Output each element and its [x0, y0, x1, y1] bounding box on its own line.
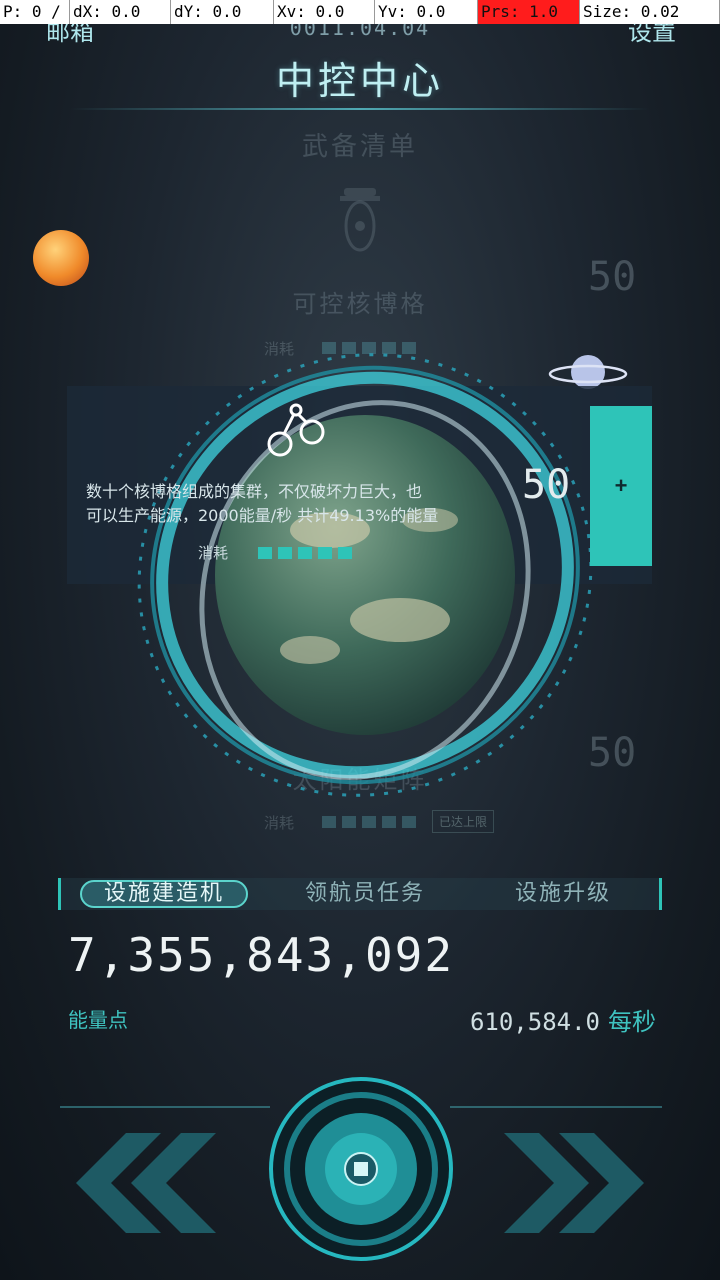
double-chevron-left-icon: [76, 1133, 216, 1233]
section-title: 武备清单: [301, 132, 418, 162]
ringed-planet-art: [130, 320, 600, 830]
energy-label: 能量点: [68, 1008, 128, 1032]
debug-dy: dY: 0.0: [171, 0, 274, 24]
nav-divider-left: [60, 1106, 270, 1108]
debug-size: Size: 0.02: [580, 0, 720, 24]
tab-facility-upgrade[interactable]: 设施升级: [478, 880, 648, 908]
page-title: 中控中心: [275, 59, 444, 103]
debug-yv: Yv: 0.0: [375, 0, 478, 24]
target-core-icon: [269, 1077, 453, 1261]
facility-consume-label: 消耗: [198, 544, 229, 562]
facility-count: 50: [522, 462, 571, 508]
debug-overlay: P: 0 / 1 dX: 0.0 dY: 0.0 Xv: 0.0 Yv: 0.0…: [0, 0, 720, 24]
debug-prs: Prs: 1.0: [478, 0, 580, 24]
debug-pointer: P: 0 / 1: [0, 0, 70, 24]
title-divider: [70, 108, 650, 110]
facility-consume-pips: [258, 544, 358, 563]
energy-rate: 610,584.0 每秒: [470, 1002, 656, 1037]
tab-facility-builder[interactable]: 设施建造机: [80, 880, 248, 908]
facility-description: 数十个核博格组成的集群，不仅破坏力巨大，也 可以生产能源，2000能量/秒 共计…: [86, 480, 516, 528]
debug-dx: dX: 0.0: [70, 0, 171, 24]
previous-page-button[interactable]: [66, 1128, 216, 1238]
center-action-button[interactable]: [266, 1074, 456, 1264]
facility-description-line2: 可以生产能源，2000能量/秒 共计49.13%的能量: [86, 506, 439, 525]
debug-xv: Xv: 0.0: [274, 0, 375, 24]
add-facility-button[interactable]: +: [590, 406, 652, 566]
energy-total: 7,355,843,092: [68, 928, 455, 982]
molecule-icon: [266, 400, 328, 462]
nav-divider-right: [450, 1106, 662, 1108]
tab-navigator-missions[interactable]: 领航员任务: [280, 880, 450, 908]
energy-rate-unit: 每秒: [608, 1009, 656, 1036]
next-page-button[interactable]: [504, 1128, 654, 1238]
item1-name: 可控核博格: [292, 290, 428, 318]
orange-planet-icon: [33, 230, 89, 286]
facility-description-line1: 数十个核博格组成的集群，不仅破坏力巨大，也: [86, 482, 423, 501]
energy-rate-value: 610,584.0: [469, 1008, 600, 1036]
nuke-item-icon: [330, 186, 390, 266]
double-chevron-right-icon: [504, 1133, 644, 1233]
